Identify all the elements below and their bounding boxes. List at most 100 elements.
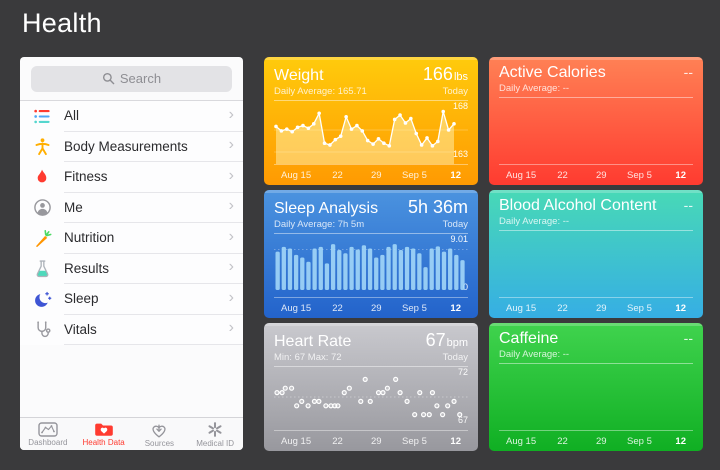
card-daily-average: Daily Average: 165.71: [274, 86, 367, 97]
card-value-group: --: [684, 64, 693, 82]
sidebar-item-fitness[interactable]: Fitness ›: [20, 162, 243, 193]
card-value-group: 67bpm: [426, 330, 468, 351]
tab-medical-id[interactable]: Medical ID: [187, 418, 243, 450]
x-tick: Sep 5: [402, 170, 427, 181]
sidebar-item-vitals[interactable]: Vitals ›: [20, 315, 243, 346]
x-tick: Aug 15: [506, 436, 536, 447]
x-tick: 22: [332, 436, 343, 447]
tab-bar: Dashboard Health Data Sources: [20, 417, 243, 450]
card-value-group: --: [684, 197, 693, 215]
chevron-right-icon: ›: [229, 229, 234, 245]
x-axis: Aug 15 22 29 Sep 5 12: [274, 297, 468, 318]
medical-id-icon: [205, 421, 225, 438]
chevron-right-icon: ›: [229, 259, 234, 275]
card-daily-average: Daily Average: 7h 5m: [274, 219, 364, 230]
card-value: 166: [423, 64, 453, 84]
card-unit: bpm: [447, 337, 468, 349]
x-tick: 12: [675, 303, 686, 314]
heart-rate-chart: 72 67: [274, 369, 468, 430]
moon-icon: [31, 288, 53, 310]
card-title: Caffeine: [499, 330, 558, 348]
sidebar-item-body-measurements[interactable]: Body Measurements›: [20, 132, 243, 163]
body-icon: [31, 136, 53, 158]
x-tick: Sep 5: [627, 303, 652, 314]
x-axis: Aug 15 22 29 Sep 5 12: [499, 164, 693, 185]
card-daily-average: Daily Average: --: [499, 216, 569, 227]
x-tick: 22: [332, 303, 343, 314]
chevron-right-icon: ›: [229, 137, 234, 153]
x-tick: 12: [450, 436, 461, 447]
sidebar-item-label: Me: [64, 200, 83, 215]
search-placeholder: Search: [120, 71, 161, 86]
search-icon: [102, 72, 115, 85]
chevron-right-icon: ›: [229, 168, 234, 184]
x-tick: 29: [371, 436, 382, 447]
card-period: Today: [443, 352, 468, 363]
active-calories-card[interactable]: Active Calories -- Daily Average: -- Aug…: [489, 57, 703, 185]
x-tick: Aug 15: [506, 303, 536, 314]
card-title: Active Calories: [499, 64, 606, 82]
search-input[interactable]: Search: [31, 66, 232, 92]
caffeine-card[interactable]: Caffeine -- Daily Average: -- Aug 15 22 …: [489, 323, 703, 451]
x-tick: Sep 5: [402, 436, 427, 447]
sleep-chart: 9.01 0: [274, 236, 468, 297]
x-tick: 22: [557, 170, 568, 181]
tab-label: Sources: [145, 439, 174, 448]
card-value: 5h 36m: [408, 197, 468, 217]
sidebar-item-me[interactable]: Me›: [20, 193, 243, 224]
dashboard-icon: [38, 422, 58, 437]
x-tick: Sep 5: [402, 303, 427, 314]
sidebar-item-label: Fitness: [64, 169, 108, 184]
carrot-icon: [31, 227, 53, 249]
stethoscope-icon: [31, 319, 53, 341]
sidebar: Search All› Body M: [20, 57, 243, 450]
x-tick: 29: [596, 303, 607, 314]
heart_rate-chart-svg: [274, 369, 468, 430]
card-title: Heart Rate: [274, 333, 351, 351]
x-tick: Aug 15: [281, 303, 311, 314]
x-axis: Aug 15 22 29 Sep 5 12: [499, 297, 693, 318]
tab-sources[interactable]: Sources: [132, 418, 188, 450]
chevron-right-icon: ›: [229, 107, 234, 123]
weight-card[interactable]: Weight 166lbs Daily Average: 165.71 Toda…: [264, 57, 478, 185]
page-title: Health: [22, 8, 102, 39]
sidebar-item-label: Vitals: [64, 322, 97, 337]
sidebar-item-label: Results: [64, 261, 109, 276]
card-daily-average: Daily Average: --: [499, 349, 569, 360]
sidebar-item-sleep[interactable]: Sleep›: [20, 284, 243, 315]
card-unit: lbs: [454, 71, 468, 83]
sidebar-item-label: Nutrition: [64, 230, 114, 245]
card-value: --: [684, 330, 693, 346]
tab-health-data[interactable]: Health Data: [76, 418, 132, 450]
x-axis: Aug 15 22 29 Sep 5 12: [274, 430, 468, 451]
sleep-analysis-card[interactable]: Sleep Analysis 5h 36m Daily Average: 7h …: [264, 190, 478, 318]
flame-icon: [31, 166, 53, 188]
card-daily-average: Daily Average: --: [499, 83, 569, 94]
health-data-list: All› Body Measurements› Fitness ›: [20, 101, 243, 345]
health-data-icon: [94, 422, 114, 437]
blood-alcohol-card[interactable]: Blood Alcohol Content -- Daily Average: …: [489, 190, 703, 318]
card-separator: [499, 363, 693, 364]
heart-rate-card[interactable]: Heart Rate 67bpm Min: 67 Max: 72 Today 7…: [264, 323, 478, 451]
card-value: --: [684, 64, 693, 80]
x-tick: 22: [557, 436, 568, 447]
sidebar-item-nutrition[interactable]: Nutrition ›: [20, 223, 243, 254]
tab-label: Health Data: [83, 438, 125, 447]
flask-icon: [31, 258, 53, 280]
sidebar-item-results[interactable]: Results ›: [20, 254, 243, 285]
x-tick: 12: [675, 170, 686, 181]
x-tick: 12: [450, 170, 461, 181]
x-tick: Aug 15: [281, 170, 311, 181]
x-tick: 22: [332, 170, 343, 181]
card-period: Today: [443, 86, 468, 97]
tab-dashboard[interactable]: Dashboard: [20, 418, 76, 450]
empty-chart-area: [499, 369, 693, 430]
card-separator: [499, 230, 693, 231]
card-title: Weight: [274, 67, 324, 85]
weight-chart: 168 163: [274, 103, 468, 164]
card-title: Sleep Analysis: [274, 200, 378, 218]
sidebar-item-all[interactable]: All›: [20, 101, 243, 132]
x-tick: 29: [371, 303, 382, 314]
x-tick: 12: [450, 303, 461, 314]
chevron-right-icon: ›: [229, 320, 234, 336]
